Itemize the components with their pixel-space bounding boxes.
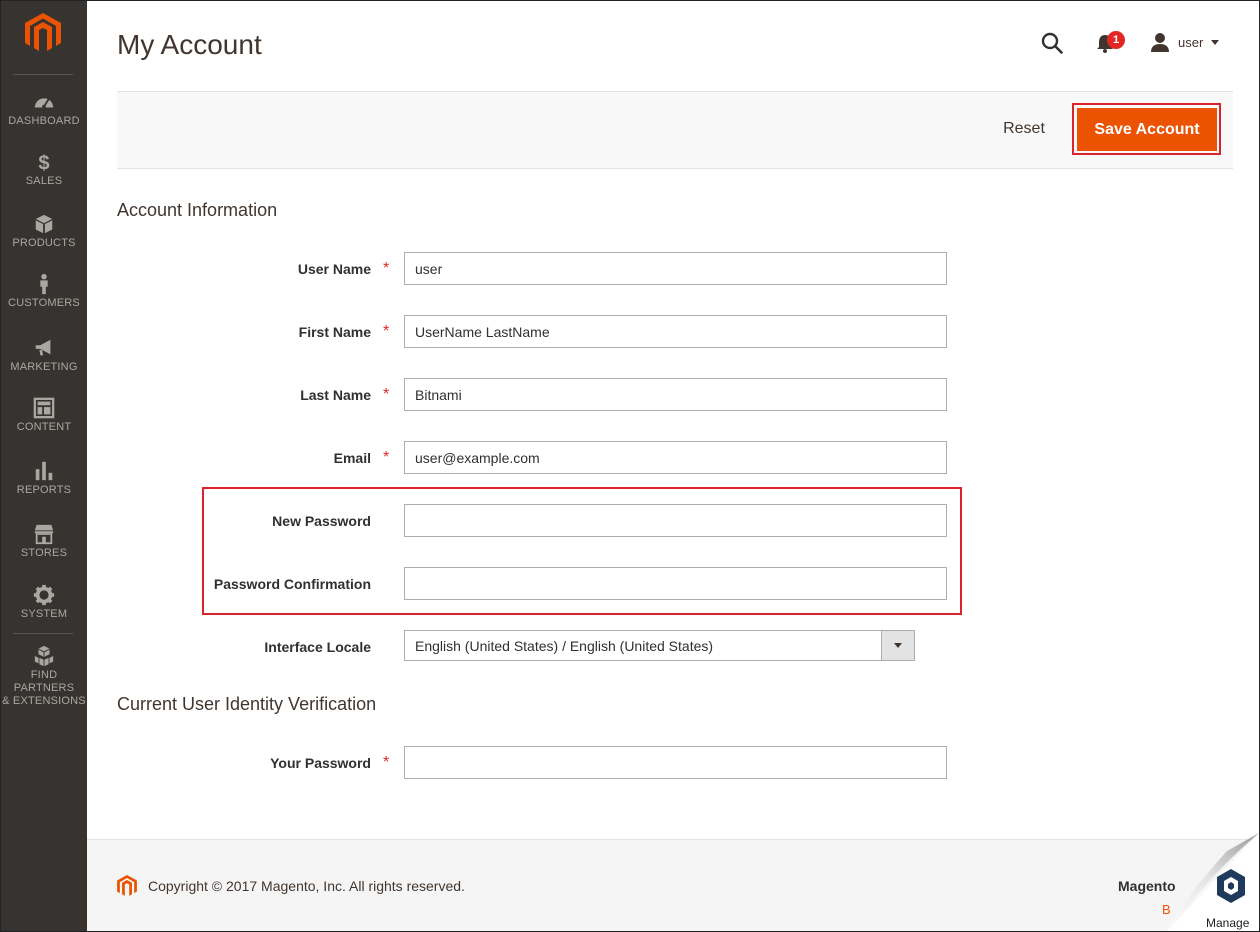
sidebar-item-stores[interactable]: STORES — [1, 523, 87, 560]
first-name-label: First Name — [298, 324, 371, 340]
required-mark: * — [383, 386, 390, 403]
section-title-account-information: Account Information — [117, 200, 278, 220]
page-actions-bar — [117, 91, 1233, 169]
your-password-label: Your Password — [270, 755, 371, 771]
interface-locale-value: English (United States) / English (Unite… — [415, 638, 714, 654]
sidebar-item-label: PRODUCTS — [12, 237, 76, 249]
cubes-icon — [34, 645, 54, 667]
user-menu-name[interactable]: user — [1178, 35, 1203, 50]
magento-logo-icon — [117, 875, 137, 896]
sidebar-divider — [13, 633, 73, 634]
sidebar-item-label: SYSTEM — [20, 608, 68, 620]
page-title: My Account — [117, 29, 262, 60]
last-name-label: Last Name — [300, 387, 371, 403]
sidebar-item-label: STORES — [20, 547, 68, 559]
sidebar-item-find-partners[interactable]: FIND PARTNERS & EXTENSIONS — [1, 645, 87, 708]
admin-sidebar: DASHBOARD $ SALES PRODUCTS CUSTOMERS MAR… — [1, 1, 87, 931]
first-name-input[interactable] — [404, 315, 947, 348]
reset-button[interactable]: Reset — [991, 105, 1057, 153]
app-frame: DASHBOARD $ SALES PRODUCTS CUSTOMERS MAR… — [0, 0, 1260, 932]
layout-icon — [33, 397, 55, 419]
required-mark: * — [383, 323, 390, 340]
sidebar-item-products[interactable]: PRODUCTS — [1, 213, 87, 250]
interface-locale-select[interactable]: English (United States) / English (Unite… — [404, 630, 915, 661]
interface-locale-label: Interface Locale — [264, 639, 371, 655]
section-title-identity-verification: Current User Identity Verification — [117, 694, 377, 714]
sidebar-item-system[interactable]: SYSTEM — [1, 584, 87, 621]
chevron-down-icon[interactable] — [881, 631, 914, 660]
megaphone-icon — [35, 339, 51, 356]
sidebar-item-label: REPORTS — [16, 484, 72, 496]
sidebar-item-label: CUSTOMERS — [8, 297, 80, 309]
user-icon[interactable] — [1150, 32, 1170, 52]
save-account-button[interactable]: Save Account — [1077, 108, 1217, 151]
email-label: Email — [333, 450, 371, 466]
sidebar-item-label: FIND PARTNERS — [13, 669, 75, 694]
sidebar-item-sales[interactable]: $ SALES — [1, 151, 87, 188]
dashboard-gauge-icon — [34, 98, 54, 109]
sidebar-item-label: CONTENT — [16, 421, 72, 433]
sidebar-item-reports[interactable]: REPORTS — [1, 460, 87, 497]
magento-logo-icon[interactable] — [25, 13, 61, 53]
sidebar-item-label: SALES — [25, 175, 63, 187]
required-mark: * — [383, 449, 390, 466]
peel-badge-label[interactable]: Manage — [1206, 916, 1249, 930]
notification-badge[interactable]: 1 — [1107, 31, 1125, 49]
dollar-icon: $ — [38, 152, 49, 173]
required-mark: * — [383, 754, 390, 771]
required-mark: * — [383, 260, 390, 277]
password-confirmation-input[interactable] — [404, 567, 947, 600]
person-icon — [40, 273, 48, 295]
box-icon — [35, 214, 53, 234]
new-password-label: New Password — [272, 513, 371, 529]
sidebar-item-label: MARKETING — [10, 361, 78, 373]
email-input[interactable] — [404, 441, 947, 474]
password-confirmation-label: Password Confirmation — [213, 576, 371, 592]
sidebar-item-dashboard[interactable]: DASHBOARD — [1, 91, 87, 128]
bar-chart-icon — [35, 461, 53, 481]
search-icon[interactable] — [1041, 32, 1063, 54]
user-name-input[interactable] — [404, 252, 947, 285]
chevron-down-icon[interactable] — [1211, 40, 1219, 45]
sidebar-item-label: DASHBOARD — [8, 115, 80, 127]
sidebar-divider — [13, 74, 73, 75]
last-name-input[interactable] — [404, 378, 947, 411]
copyright-text: Copyright © 2017 Magento, Inc. All right… — [148, 878, 465, 894]
sidebar-item-customers[interactable]: CUSTOMERS — [1, 273, 87, 310]
sidebar-item-marketing[interactable]: MARKETING — [1, 337, 87, 374]
storefront-icon — [34, 524, 54, 545]
gear-icon — [33, 584, 55, 606]
your-password-input[interactable] — [404, 746, 947, 779]
user-name-label: User Name — [297, 261, 371, 277]
new-password-input[interactable] — [404, 504, 947, 537]
sidebar-item-label: & EXTENSIONS — [2, 695, 86, 707]
svg-text:$: $ — [38, 152, 49, 173]
sidebar-item-content[interactable]: CONTENT — [1, 397, 87, 434]
